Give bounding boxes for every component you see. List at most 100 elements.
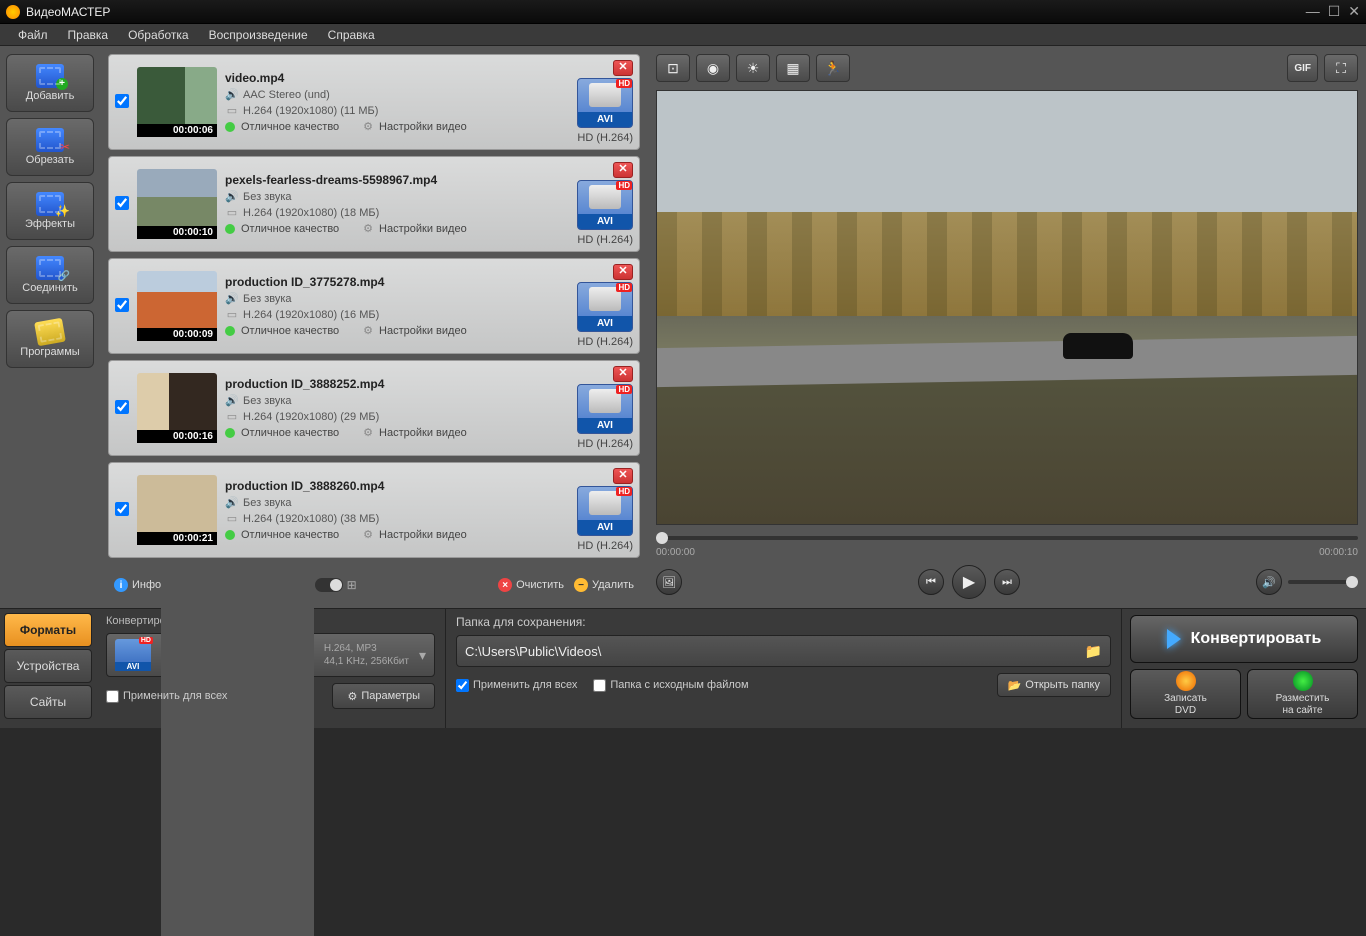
browse-folder-icon[interactable]: 📁 — [1085, 643, 1102, 660]
menu-file[interactable]: Файл — [8, 28, 58, 42]
cut-icon — [36, 128, 64, 152]
video-icon: ▭ — [225, 104, 239, 117]
source-folder-checkbox[interactable]: Папка с исходным файлом — [593, 679, 748, 692]
maximize-button[interactable]: ☐ — [1328, 3, 1341, 20]
output-format-badge[interactable]: HDAVI — [577, 486, 633, 536]
convert-arrow-icon — [1167, 629, 1181, 649]
fx-icon — [36, 192, 64, 216]
tab-sites[interactable]: Сайты — [4, 685, 92, 719]
close-button[interactable]: ✕ — [1348, 3, 1360, 20]
menu-processing[interactable]: Обработка — [118, 28, 199, 42]
tab-formats[interactable]: Форматы — [4, 613, 92, 647]
remove-file-button[interactable]: ✕ — [613, 60, 633, 76]
gear-icon: ⚙ — [347, 690, 357, 703]
file-item[interactable]: 00:00:06video.mp4🔊AAC Stereo (und)▭H.264… — [108, 54, 640, 150]
sidebar-add-button[interactable]: Добавить — [6, 54, 94, 112]
file-audio: 🔊AAC Stereo (und) — [225, 88, 555, 101]
volume-icon[interactable]: 🔊 — [1256, 569, 1282, 595]
clear-button[interactable]: ×Очистить — [498, 578, 564, 592]
remove-file-button[interactable]: ✕ — [613, 468, 633, 484]
save-path-box: C:\Users\Public\Videos\ 📁 — [456, 635, 1111, 667]
menu-edit[interactable]: Правка — [58, 28, 119, 42]
file-item[interactable]: 00:00:21production ID_3888260.mp4🔊Без зв… — [108, 462, 640, 558]
menu-help[interactable]: Справка — [318, 28, 385, 42]
parameters-button[interactable]: ⚙Параметры — [332, 683, 435, 709]
convert-button[interactable]: Конвертировать — [1130, 615, 1358, 663]
remove-file-button[interactable]: ✕ — [613, 264, 633, 280]
seek-bar[interactable] — [656, 531, 1358, 545]
file-checkbox[interactable] — [115, 94, 129, 111]
gif-button[interactable]: GIF — [1287, 54, 1318, 82]
tab-devices[interactable]: Устройства — [4, 649, 92, 683]
file-duration: 00:00:09 — [137, 328, 217, 341]
sidebar-cut-button[interactable]: Обрезать — [6, 118, 94, 176]
file-item[interactable]: 00:00:16production ID_3888252.mp4🔊Без зв… — [108, 360, 640, 456]
publish-web-button[interactable]: Разместить на сайте — [1247, 669, 1358, 719]
gear-icon: ⚙ — [363, 426, 373, 439]
sidebar-prog-button[interactable]: Программы — [6, 310, 94, 368]
file-settings-link[interactable]: Настройки видео — [379, 325, 467, 337]
sidebar-fx-button[interactable]: Эффекты — [6, 182, 94, 240]
enhance-icon[interactable]: ◉ — [696, 54, 730, 82]
audio-icon: 🔊 — [225, 190, 239, 203]
brightness-icon[interactable]: ☀ — [736, 54, 770, 82]
video-icon: ▭ — [225, 206, 239, 219]
film-icon[interactable]: ▦ — [776, 54, 810, 82]
save-path: C:\Users\Public\Videos\ — [465, 644, 1085, 659]
preview-panel: ⊡ ◉ ☀ ▦ 🏃 GIF ⛶ 00:00:00 00:00:10 🖼 ⏮ ▶ … — [648, 46, 1366, 608]
format-name: AVI HD (H.264) — [161, 374, 314, 936]
file-video: ▭H.264 (1920x1080) (18 МБ) — [225, 206, 555, 219]
apply-all-save-checkbox[interactable]: Применить для всех — [456, 679, 577, 692]
crop-icon[interactable]: ⊡ — [656, 54, 690, 82]
output-format-badge[interactable]: HDAVI — [577, 282, 633, 332]
fullscreen-icon[interactable]: ⛶ — [1324, 54, 1358, 82]
prog-icon — [34, 318, 66, 346]
remove-file-button[interactable]: ✕ — [613, 162, 633, 178]
play-button[interactable]: ▶ — [952, 565, 986, 599]
speed-icon[interactable]: 🏃 — [816, 54, 850, 82]
format-selector[interactable]: HDAVI AVI HD (H.264) H.264, MP3 44,1 KHz… — [106, 633, 435, 677]
audio-icon: 🔊 — [225, 88, 239, 101]
output-format-badge[interactable]: HDAVI — [577, 78, 633, 128]
file-quality: Отличное качество — [241, 223, 339, 235]
file-codec: HD (H.264) — [577, 132, 633, 144]
volume-slider[interactable] — [1288, 580, 1358, 584]
left-sidebar: Добавить Обрезать Эффекты Соединить Программ… — [0, 46, 100, 608]
file-settings-link[interactable]: Настройки видео — [379, 223, 467, 235]
next-button[interactable]: ⏭ — [994, 569, 1020, 595]
snapshot-icon[interactable]: 🖼 — [656, 569, 682, 595]
video-icon: ▭ — [225, 410, 239, 423]
bottom-panel: Форматы Устройства Сайты Конвертировать … — [0, 608, 1366, 728]
file-checkbox[interactable] — [115, 196, 129, 213]
burn-dvd-button[interactable]: Записать DVD — [1130, 669, 1241, 719]
output-format-badge[interactable]: HDAVI — [577, 180, 633, 230]
file-list: 00:00:06 video.mp4 🔊AAC Stereo (und) ▭H.264… — [108, 54, 640, 564]
file-audio: 🔊Без звука — [225, 190, 555, 203]
file-audio: 🔊Без звука — [225, 496, 555, 509]
file-checkbox[interactable] — [115, 298, 129, 315]
sidebar-join-button[interactable]: Соединить — [6, 246, 94, 304]
output-format-badge[interactable]: HDAVI — [577, 384, 633, 434]
apply-all-checkbox[interactable]: Применить для всех — [106, 690, 227, 703]
file-duration: 00:00:06 — [137, 124, 217, 137]
file-settings-link[interactable]: Настройки видео — [379, 529, 467, 541]
remove-file-button[interactable]: ✕ — [613, 366, 633, 382]
file-checkbox[interactable] — [115, 400, 129, 417]
file-codec: HD (H.264) — [577, 540, 633, 552]
file-audio: 🔊Без звука — [225, 394, 555, 407]
file-item[interactable]: 00:00:09production ID_3775278.mp4🔊Без зв… — [108, 258, 640, 354]
delete-button[interactable]: −Удалить — [574, 578, 634, 592]
file-name: video.mp4 — [225, 71, 555, 85]
prev-button[interactable]: ⏮ — [918, 569, 944, 595]
file-item[interactable]: 00:00:10pexels-fearless-dreams-5598967.m… — [108, 156, 640, 252]
file-checkbox[interactable] — [115, 502, 129, 519]
menu-playback[interactable]: Воспроизведение — [199, 28, 318, 42]
file-settings-link[interactable]: Настройки видео — [379, 121, 467, 133]
audio-icon: 🔊 — [225, 292, 239, 305]
file-settings-link[interactable]: Настройки видео — [379, 427, 467, 439]
actions-panel: Конвертировать Записать DVD Разместить н… — [1122, 609, 1366, 728]
quality-dot-icon — [225, 530, 235, 540]
open-folder-button[interactable]: 📂Открыть папку — [997, 673, 1111, 697]
video-preview[interactable] — [656, 90, 1358, 525]
minimize-button[interactable]: — — [1306, 3, 1320, 20]
